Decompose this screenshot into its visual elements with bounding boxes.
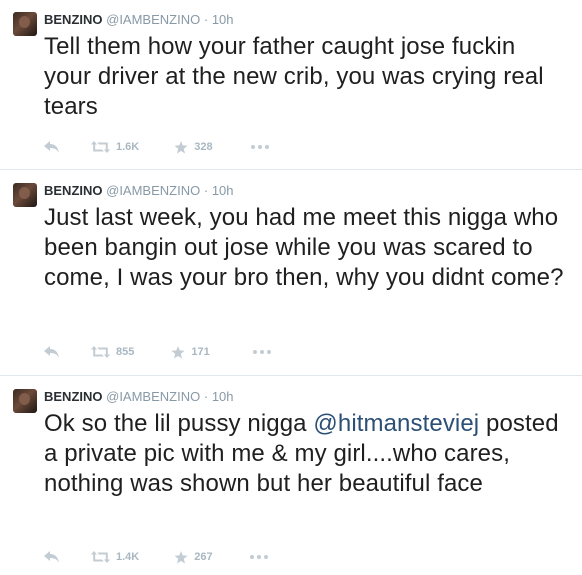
tweet-actions: 855 171 (44, 344, 271, 360)
username[interactable]: @IAMBENZINO (106, 389, 200, 404)
reply-button[interactable] (44, 551, 64, 563)
display-name[interactable]: BENZINO (44, 389, 103, 404)
avatar[interactable] (13, 389, 37, 413)
avatar[interactable] (13, 12, 37, 36)
retweet-count: 1.4K (116, 551, 140, 563)
star-icon (174, 140, 188, 154)
retweet-icon (91, 551, 110, 563)
star-icon (171, 345, 185, 359)
retweet-icon (91, 141, 110, 153)
reply-button[interactable] (44, 346, 64, 358)
tweet[interactable]: BENZINO @IAMBENZINO · 10h Ok so the lil … (0, 377, 582, 575)
favorite-button[interactable]: 328 (174, 140, 213, 154)
retweet-icon (91, 346, 110, 358)
retweet-button[interactable]: 1.4K (91, 551, 139, 563)
tweet-text: Ok so the lil pussy nigga @hitmansteviej… (44, 409, 564, 499)
retweet-count: 855 (116, 346, 135, 358)
more-dots-icon (250, 145, 255, 149)
tweet-actions: 1.4K 267 (44, 549, 268, 565)
tweet-actions: 1.6K 328 (44, 139, 269, 155)
more-button[interactable] (252, 350, 271, 354)
avatar[interactable] (13, 183, 37, 207)
favorite-count: 328 (194, 141, 213, 153)
favorite-count: 267 (194, 551, 213, 563)
username[interactable]: @IAMBENZINO (106, 183, 200, 198)
mention-link[interactable]: @hitmansteviej (313, 410, 479, 437)
separator-dot: · (203, 389, 209, 404)
display-name[interactable]: BENZINO (44, 12, 103, 27)
more-button[interactable] (250, 145, 269, 149)
timestamp[interactable]: 10h (212, 12, 234, 27)
more-button[interactable] (249, 555, 268, 559)
more-dots-icon (249, 555, 254, 559)
reply-icon (44, 551, 59, 563)
more-dots-icon (252, 350, 257, 354)
retweet-count: 1.6K (116, 141, 140, 153)
tweet-feed: BENZINO @IAMBENZINO · 10h Tell them how … (0, 0, 582, 575)
tweet-text-part: Ok so the lil pussy nigga (44, 410, 314, 437)
retweet-button[interactable]: 1.6K (91, 141, 139, 153)
tweet-text: Just last week, you had me meet this nig… (44, 204, 564, 291)
star-icon (174, 550, 188, 564)
timestamp[interactable]: 10h (212, 183, 234, 198)
reply-icon (44, 346, 59, 358)
timestamp[interactable]: 10h (212, 389, 234, 404)
reply-icon (44, 141, 59, 153)
username[interactable]: @IAMBENZINO (106, 12, 200, 27)
tweet-header: BENZINO @IAMBENZINO · 10h (44, 183, 234, 199)
separator-dot: · (203, 12, 209, 27)
tweet-header: BENZINO @IAMBENZINO · 10h (44, 12, 234, 28)
favorite-button[interactable]: 267 (174, 550, 213, 564)
display-name[interactable]: BENZINO (44, 183, 103, 198)
reply-button[interactable] (44, 141, 64, 153)
separator-dot: · (203, 183, 209, 198)
tweet-header: BENZINO @IAMBENZINO · 10h (44, 389, 234, 405)
favorite-count: 171 (191, 346, 210, 358)
favorite-button[interactable]: 171 (171, 345, 210, 359)
retweet-button[interactable]: 855 (91, 346, 134, 358)
tweet[interactable]: BENZINO @IAMBENZINO · 10h Tell them how … (0, 0, 582, 170)
tweet-text: Tell them how your father caught jose fu… (44, 33, 544, 120)
tweet[interactable]: BENZINO @IAMBENZINO · 10h Just last week… (0, 171, 582, 376)
